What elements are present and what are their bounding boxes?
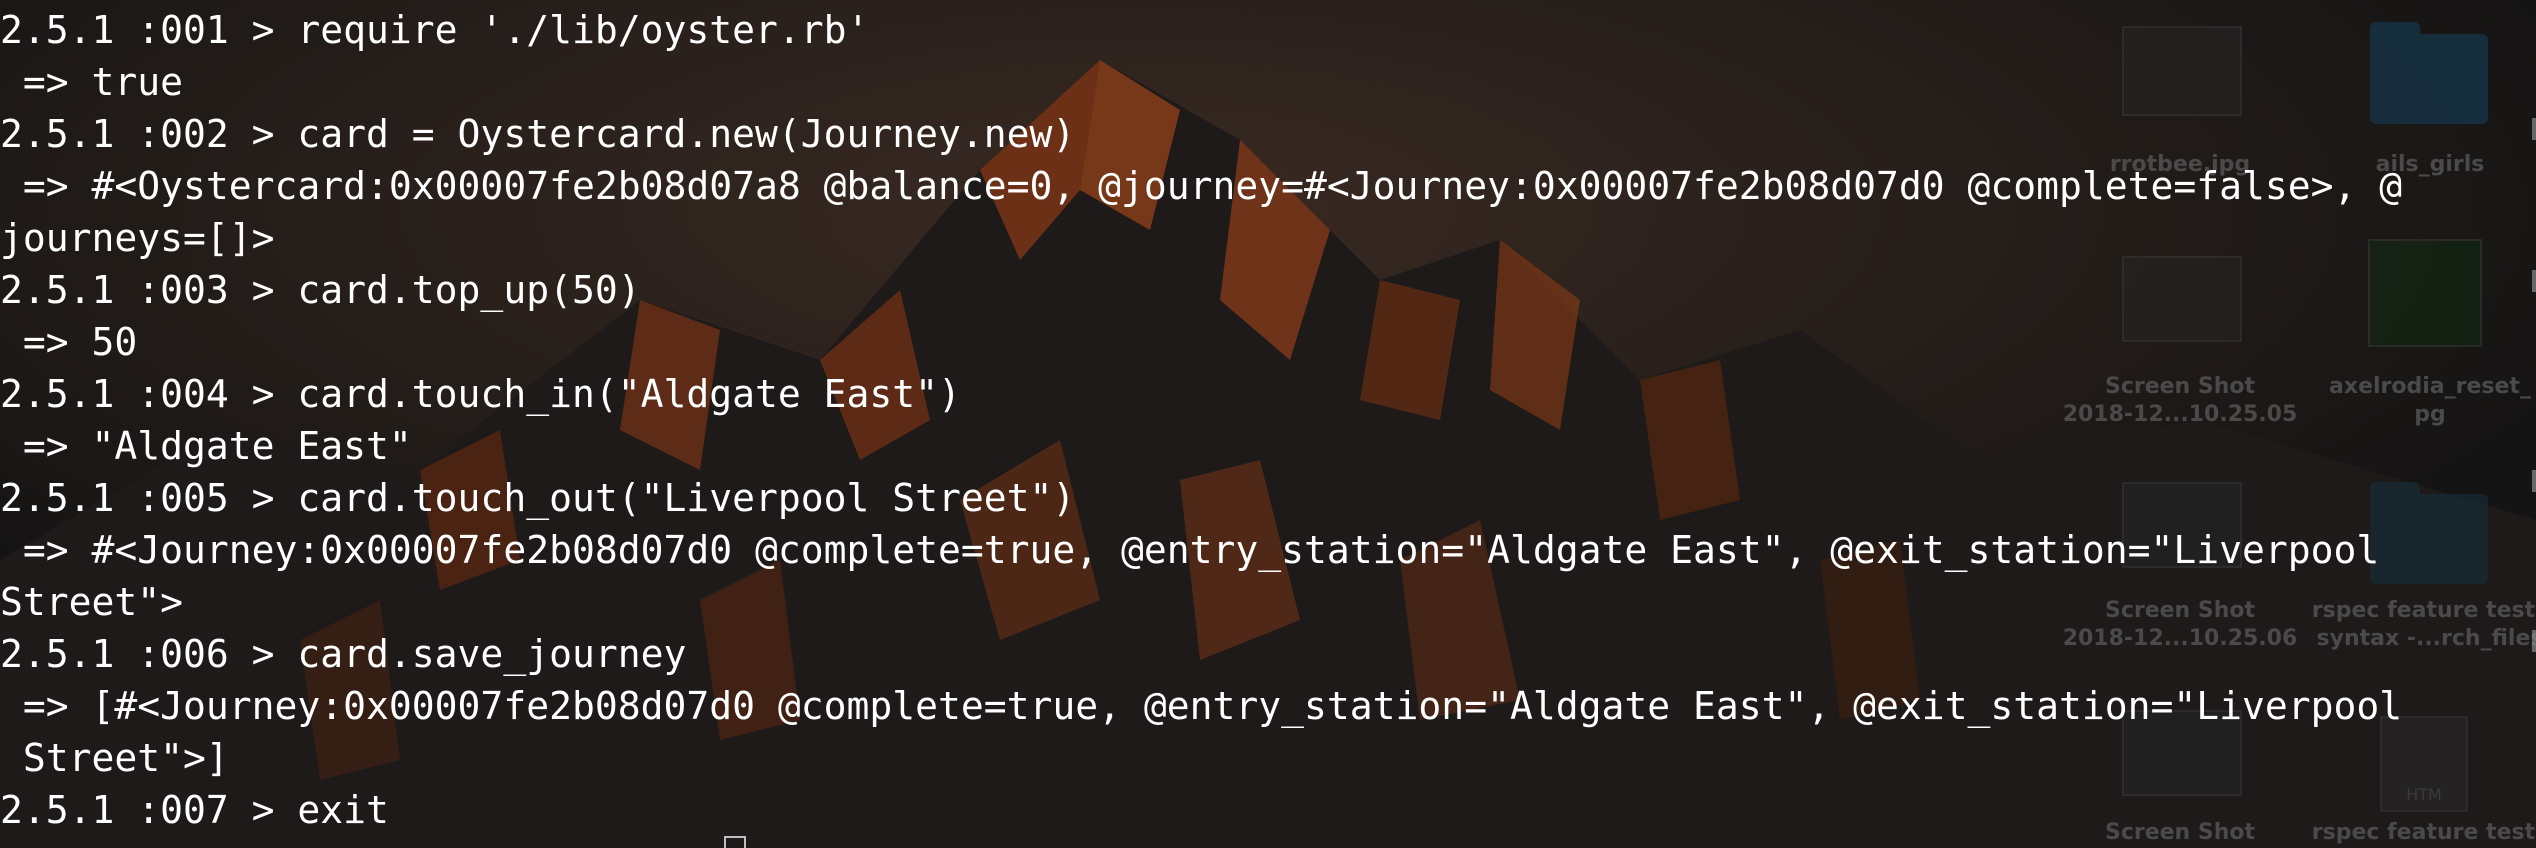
- terminal-output[interactable]: 2.5.1 :001 > require './lib/oyster.rb' =…: [0, 0, 2536, 848]
- terminal-line: 2.5.1 :005 > card.touch_out("Liverpool S…: [0, 476, 1076, 520]
- terminal-line: Street">]: [0, 736, 229, 780]
- terminal-line: 2.5.1 :001 > require './lib/oyster.rb': [0, 8, 870, 52]
- terminal-line: 2.5.1 :006 > card.save_journey: [0, 632, 687, 676]
- terminal-line: => 50: [0, 320, 138, 364]
- terminal-cursor: [724, 836, 746, 848]
- scroll-marker: [2532, 630, 2536, 652]
- terminal-line: Street">: [0, 580, 184, 624]
- scroll-marker: [2532, 470, 2536, 492]
- terminal-line: => true: [0, 60, 184, 104]
- terminal-line: journeys=[]>: [0, 216, 275, 260]
- terminal-line: 2.5.1 :007 > exit: [0, 788, 389, 832]
- terminal-line: => "Aldgate East": [0, 424, 412, 468]
- terminal-line: 2.5.1 :002 > card = Oystercard.new(Journ…: [0, 112, 1076, 156]
- terminal-line: 2.5.1 :004 > card.touch_in("Aldgate East…: [0, 372, 961, 416]
- terminal-line: => #<Journey:0x00007fe2b08d07d0 @complet…: [0, 528, 2380, 572]
- terminal-line: 2.5.1 :003 > card.top_up(50): [0, 268, 641, 312]
- terminal-line: => #<Oystercard:0x00007fe2b08d07a8 @bala…: [0, 164, 2403, 208]
- scroll-marker: [2532, 118, 2536, 140]
- scroll-marker: [2532, 270, 2536, 292]
- terminal-line: => [#<Journey:0x00007fe2b08d07d0 @comple…: [0, 684, 2403, 728]
